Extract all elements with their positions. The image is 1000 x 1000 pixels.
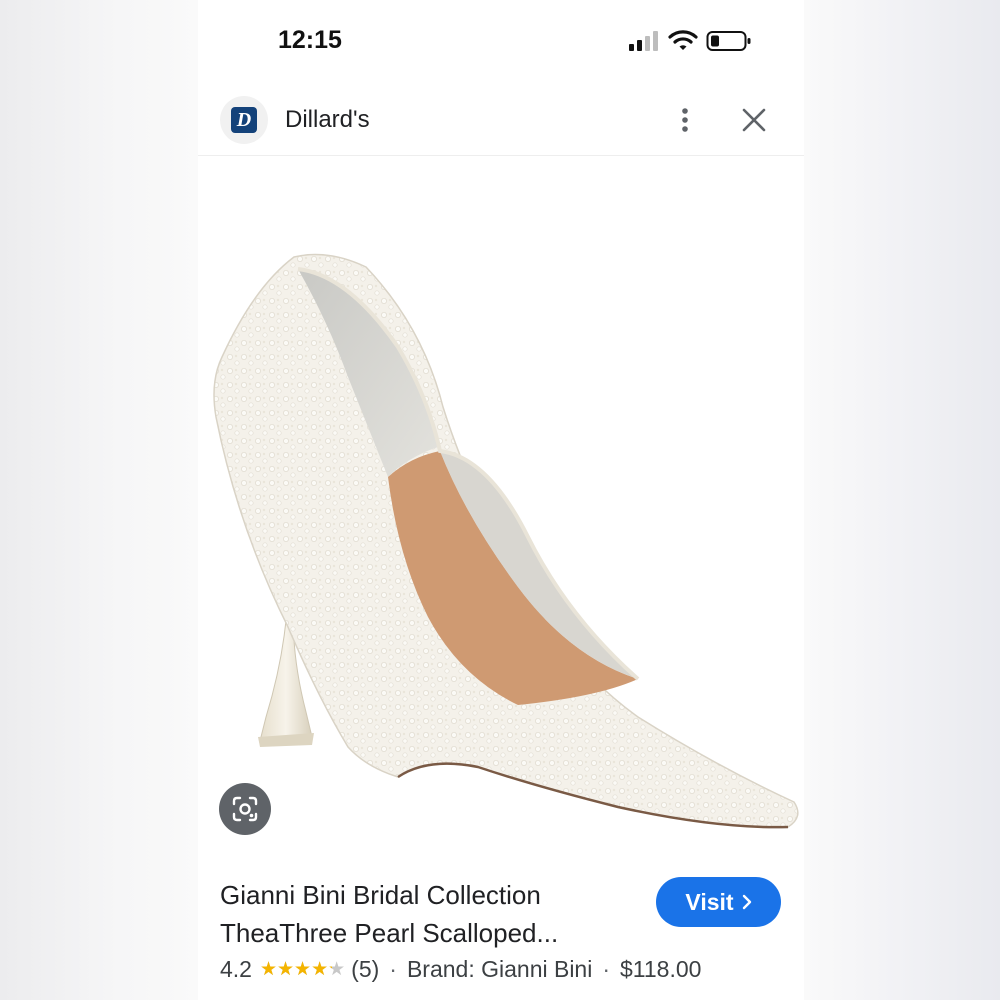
background-left	[0, 0, 200, 1000]
more-options-button[interactable]	[668, 100, 702, 140]
visit-button[interactable]: Visit	[656, 877, 781, 927]
chevron-right-icon	[742, 894, 751, 910]
battery-icon	[706, 31, 751, 51]
google-lens-button[interactable]	[219, 783, 271, 835]
separator: ·	[602, 956, 611, 982]
background-right	[804, 0, 1000, 1000]
separator: ·	[389, 956, 397, 982]
star-rating-filled: ★★★★★	[259, 959, 332, 980]
pearl-pump-image	[213, 253, 799, 829]
wifi-icon	[668, 30, 698, 50]
site-header: D Dillard's	[198, 84, 804, 156]
dillards-logo-icon: D	[231, 107, 257, 133]
price: $118.00	[620, 956, 702, 982]
site-logo[interactable]: D	[220, 96, 268, 144]
rating-value: 4.2	[220, 956, 252, 982]
visit-label: Visit	[685, 888, 734, 915]
product-meta: 4.2 ★★★★★ ★★★★★ (5) · Brand: Gianni Bini…	[220, 956, 701, 983]
vertical-dots-icon	[682, 108, 688, 132]
close-button[interactable]	[734, 100, 774, 140]
google-lens-icon	[232, 796, 258, 822]
product-image[interactable]	[198, 157, 804, 857]
review-count[interactable]: (5)	[351, 956, 379, 983]
product-title[interactable]: Gianni Bini Bridal Collection TheaThree …	[220, 876, 640, 952]
close-icon	[742, 108, 766, 132]
status-time: 12:15	[278, 26, 342, 54]
cellular-signal-icon	[629, 31, 658, 51]
star-rating: ★★★★★ ★★★★★	[260, 958, 345, 981]
product-title-line-2: TheaThree Pearl Scalloped...	[220, 918, 559, 948]
phone-screen: 12:15 D Dillard's Gianni Bini Bridal Col…	[198, 0, 804, 1000]
product-title-line-1: Gianni Bini Bridal Collection	[220, 880, 541, 910]
brand-label: Brand: Gianni Bini	[406, 956, 593, 982]
site-name[interactable]: Dillard's	[285, 106, 370, 134]
